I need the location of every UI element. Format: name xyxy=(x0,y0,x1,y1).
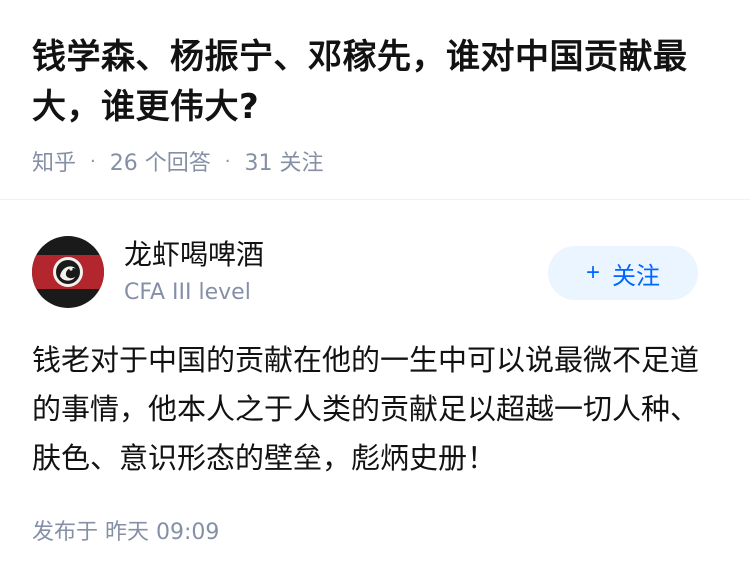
author-tagline: CFA III level xyxy=(124,280,251,305)
question-title[interactable]: 钱学森、杨振宁、邓稼先，谁对中国贡献最大，谁更伟大? xyxy=(32,32,722,132)
answer-content[interactable]: 钱老对于中国的贡献在他的一生中可以说最微不足道的事情，他本人之于人类的贡献足以超… xyxy=(32,336,712,483)
logo-avatar-icon xyxy=(32,236,104,308)
question-header: 钱学森、杨振宁、邓稼先，谁对中国贡献最大，谁更伟大? 知乎 · 26 个回答 ·… xyxy=(32,32,722,176)
section-divider xyxy=(0,199,750,200)
plus-icon: + xyxy=(585,259,600,286)
answers-count[interactable]: 26 个回答 xyxy=(110,145,211,177)
publish-time: 发布于 昨天 09:09 xyxy=(32,520,220,545)
question-meta: 知乎 · 26 个回答 · 31 关注 xyxy=(32,145,722,177)
meta-separator: · xyxy=(90,150,96,172)
answer-author: 龙虾喝啤酒 CFA III level + 关注 xyxy=(32,236,718,308)
author-name[interactable]: 龙虾喝啤酒 xyxy=(124,236,264,274)
follow-button-label: 关注 xyxy=(612,262,660,290)
follow-button[interactable]: + 关注 xyxy=(548,246,698,300)
avatar[interactable] xyxy=(32,236,104,308)
source-label[interactable]: 知乎 xyxy=(32,145,76,177)
followers-count[interactable]: 31 关注 xyxy=(244,145,323,177)
meta-separator: · xyxy=(224,150,231,172)
